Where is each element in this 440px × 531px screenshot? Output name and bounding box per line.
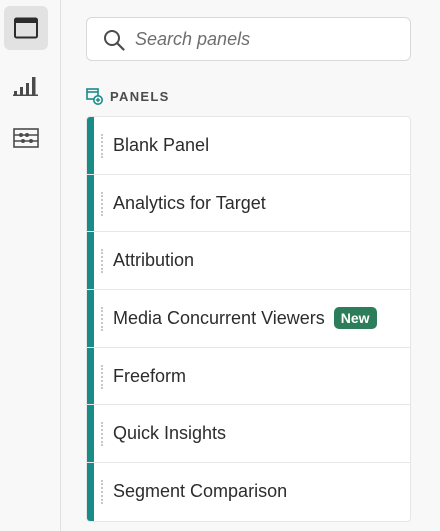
rail-panels-button[interactable] bbox=[4, 6, 48, 50]
panel-label: Segment Comparison bbox=[113, 481, 288, 502]
panel-label: Media Concurrent Viewers bbox=[113, 307, 325, 328]
section-title: PANELS bbox=[110, 88, 170, 104]
drag-handle-icon[interactable] bbox=[101, 249, 103, 274]
components-icon bbox=[13, 128, 39, 148]
panel-label: Attribution bbox=[113, 250, 195, 271]
panel-accent-bar bbox=[87, 347, 94, 405]
drag-handle-icon[interactable] bbox=[101, 307, 103, 332]
drag-handle-icon[interactable] bbox=[101, 480, 103, 505]
search-icon bbox=[104, 30, 125, 51]
panel-item-attribution[interactable]: Attribution bbox=[87, 232, 410, 291]
panel-label: Blank Panel bbox=[113, 134, 210, 155]
panel-item-analytics-for-target[interactable]: Analytics for Target bbox=[87, 174, 410, 233]
new-badge: New bbox=[333, 307, 377, 330]
panel-accent-bar bbox=[87, 463, 94, 521]
visualizations-icon bbox=[13, 77, 38, 96]
panels-add-icon bbox=[86, 87, 103, 105]
search-field bbox=[86, 17, 411, 61]
panel-label: Quick Insights bbox=[113, 423, 227, 444]
panels-rail-app: PANELS Blank Panel Analytics for Target … bbox=[0, 0, 440, 531]
rail-visualizations-button[interactable] bbox=[4, 63, 48, 107]
panel-accent-bar bbox=[87, 117, 94, 174]
drag-handle-icon[interactable] bbox=[101, 134, 103, 158]
panel-item-media-concurrent-viewers[interactable]: Media Concurrent Viewers New bbox=[87, 290, 410, 348]
panel-item-quick-insights[interactable]: Quick Insights bbox=[87, 405, 410, 464]
panel-label: Analytics for Target bbox=[113, 192, 266, 213]
panel-label: Freeform bbox=[113, 365, 187, 386]
panels-browser: PANELS Blank Panel Analytics for Target … bbox=[62, 0, 440, 531]
panel-accent-bar bbox=[87, 174, 94, 232]
drag-handle-icon[interactable] bbox=[101, 364, 103, 389]
drag-handle-icon[interactable] bbox=[101, 422, 103, 447]
panel-item-blank-panel[interactable]: Blank Panel bbox=[87, 117, 410, 175]
search-input[interactable] bbox=[135, 18, 405, 60]
panel-item-segment-comparison[interactable]: Segment Comparison bbox=[87, 463, 410, 521]
panel-accent-bar bbox=[87, 290, 94, 347]
panel-list: Blank Panel Analytics for Target Attribu… bbox=[86, 116, 411, 522]
panels-section-header: PANELS bbox=[86, 86, 170, 106]
panel-label-group: Media Concurrent Viewers New bbox=[113, 307, 377, 330]
panel-item-freeform[interactable]: Freeform bbox=[87, 347, 410, 406]
drag-handle-icon[interactable] bbox=[101, 191, 103, 216]
left-rail bbox=[0, 0, 61, 531]
panel-accent-bar bbox=[87, 405, 94, 463]
panel-accent-bar bbox=[87, 232, 94, 290]
rail-components-button[interactable] bbox=[4, 116, 48, 160]
panels-icon bbox=[14, 17, 38, 39]
